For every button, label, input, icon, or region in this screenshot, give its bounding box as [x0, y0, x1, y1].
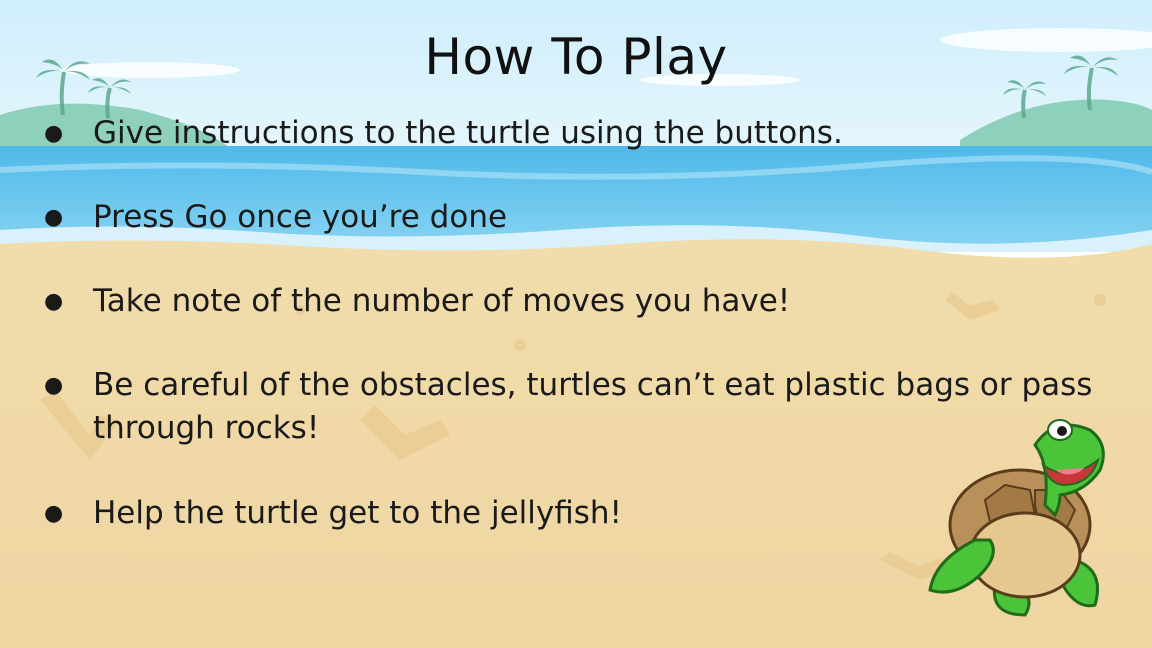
rule-text: Press Go once you’re done — [93, 199, 508, 235]
bullet-icon: ● — [44, 121, 64, 146]
rule-text: Take note of the number of moves you hav… — [93, 283, 791, 319]
bullet-icon: ● — [44, 289, 64, 314]
turtle-icon — [928, 419, 1105, 617]
bullet-icon: ● — [44, 373, 64, 398]
bullet-icon: ● — [44, 205, 64, 230]
bullet-icon: ● — [44, 501, 64, 526]
slide-title: How To Play — [424, 28, 728, 86]
rule-text: Give instructions to the turtle using th… — [93, 115, 843, 151]
